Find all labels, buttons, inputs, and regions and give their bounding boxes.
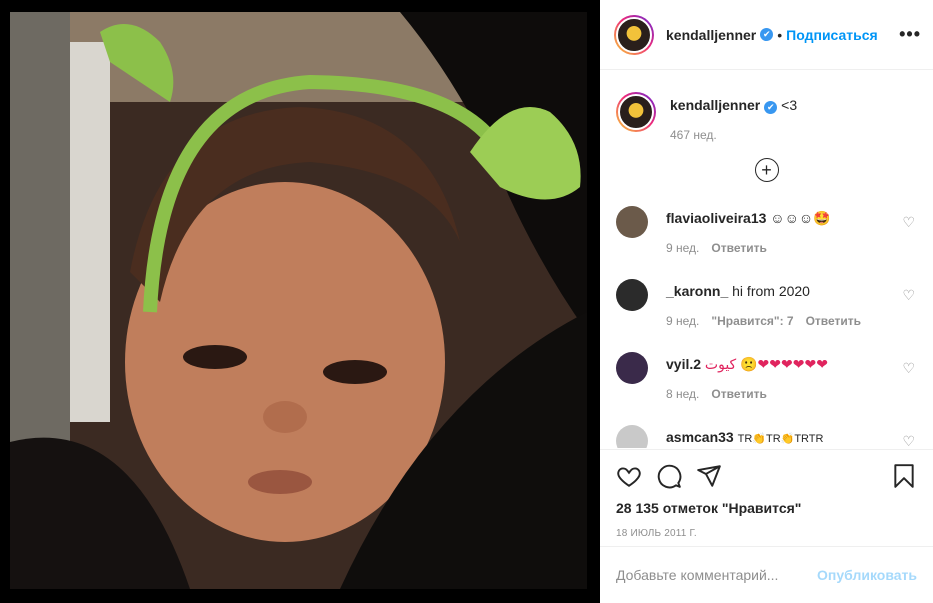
comment-body: vyil.2 كيوت 🙁❤❤❤❤❤❤ 8 нед. Ответить (666, 351, 828, 401)
commenter-avatar[interactable] (616, 206, 648, 238)
comment-reply-button[interactable]: Ответить (711, 387, 766, 401)
commenter-avatar[interactable] (616, 425, 648, 448)
comment-line: flaviaoliveira13 ☺☺☺🤩 (666, 209, 831, 227)
caption-age[interactable]: 467 нед. (670, 128, 717, 142)
comment-username[interactable]: asmcan33 (666, 429, 734, 445)
comment-line: asmcan33 TR👏TR👏TRTR (666, 428, 823, 448)
comment-body: flaviaoliveira13 ☺☺☺🤩 9 нед. Ответить (666, 205, 831, 255)
plus-circle-icon[interactable]: + (754, 158, 779, 182)
comment-like-heart-icon[interactable]: ♡ (902, 433, 915, 448)
comment-text: كيوت 🙁❤❤❤❤❤❤ (704, 356, 828, 372)
comment-input[interactable] (616, 567, 818, 583)
add-comment-bar: Опубликовать (600, 546, 933, 603)
post-side-panel: kendalljenner ✔ • Подписаться ••• kendal… (600, 0, 933, 603)
comment-item: _karonn_ hi from 2020 9 нед. "Нравится":… (616, 278, 917, 328)
commenter-avatar[interactable] (616, 352, 648, 384)
post-header: kendalljenner ✔ • Подписаться ••• (600, 0, 933, 70)
comment-meta: 8 нед. Ответить (666, 387, 828, 401)
post-date[interactable]: 18 июль 2011 г. (616, 528, 917, 539)
caption-meta: 467 нед. (670, 128, 797, 142)
post-photo[interactable] (10, 12, 587, 589)
verified-badge-icon: ✔ (764, 100, 778, 114)
caption: kendalljenner ✔ <3 467 нед. (616, 92, 917, 142)
comment-icon[interactable] (656, 463, 682, 489)
caption-username[interactable]: kendalljenner (670, 97, 760, 113)
more-options-icon[interactable]: ••• (899, 24, 921, 45)
comment-line: vyil.2 كيوت 🙁❤❤❤❤❤❤ (666, 355, 828, 373)
comment-reply-button[interactable]: Ответить (806, 314, 861, 328)
heart-icon[interactable] (616, 463, 642, 489)
comment-reply-button[interactable]: Ответить (711, 241, 766, 255)
post-actions: 28 135 отметок "Нравится" 18 июль 2011 г… (600, 449, 933, 539)
photo-area (0, 0, 600, 603)
comment-item: asmcan33 TR👏TR👏TRTR ♡ (616, 424, 917, 448)
comment-like-heart-icon[interactable]: ♡ (902, 360, 915, 377)
load-more-comments: + (616, 158, 917, 182)
avatar (616, 16, 652, 53)
comment-line: _karonn_ hi from 2020 (666, 282, 861, 300)
commenter-avatar[interactable] (616, 279, 648, 311)
comment-likes-count[interactable]: "Нравится": 7 (711, 314, 793, 328)
separator-dot: • (777, 26, 783, 43)
action-icons (616, 458, 917, 494)
comment-item: flaviaoliveira13 ☺☺☺🤩 9 нед. Ответить ♡ (616, 205, 917, 255)
comments-list[interactable]: kendalljenner ✔ <3 467 нед. + flaviaolive… (600, 71, 933, 448)
caption-text: <3 (781, 97, 798, 113)
caption-avatar-ring[interactable] (616, 92, 656, 132)
comment-like-heart-icon[interactable]: ♡ (902, 214, 915, 231)
comment-age[interactable]: 8 нед. (666, 387, 699, 401)
author-username[interactable]: kendalljenner (666, 27, 756, 43)
comment-like-heart-icon[interactable]: ♡ (902, 287, 915, 304)
comment-item: vyil.2 كيوت 🙁❤❤❤❤❤❤ 8 нед. Ответить ♡ (616, 351, 917, 401)
comment-meta: 9 нед. Ответить (666, 241, 831, 255)
comment-text: hi from 2020 (732, 283, 810, 299)
verified-badge-icon: ✔ (760, 28, 774, 41)
caption-body: kendalljenner ✔ <3 467 нед. (670, 92, 797, 142)
comment-username[interactable]: flaviaoliveira13 (666, 210, 766, 226)
comment-username[interactable]: _karonn_ (666, 283, 728, 299)
comment-username[interactable]: vyil.2 (666, 356, 701, 372)
comment-age[interactable]: 9 нед. (666, 241, 699, 255)
author-avatar-ring[interactable] (614, 14, 654, 55)
likes-count[interactable]: 28 135 отметок "Нравится" (616, 500, 917, 516)
send-icon[interactable] (696, 463, 722, 489)
comment-body: _karonn_ hi from 2020 9 нед. "Нравится":… (666, 278, 861, 328)
photo-illustration (10, 12, 587, 589)
comment-text: ☺☺☺🤩 (770, 210, 831, 226)
publish-button[interactable]: Опубликовать (817, 567, 917, 583)
caption-line: kendalljenner ✔ <3 (670, 96, 797, 114)
follow-button[interactable]: Подписаться (786, 27, 878, 43)
comment-body: asmcan33 TR👏TR👏TRTR (666, 424, 823, 448)
comment-meta: 9 нед. "Нравится": 7 Ответить (666, 314, 861, 328)
comment-age[interactable]: 9 нед. (666, 314, 699, 328)
comment-text: TR👏TR👏TRTR (737, 433, 824, 445)
avatar (618, 94, 654, 130)
bookmark-icon[interactable] (891, 463, 917, 489)
